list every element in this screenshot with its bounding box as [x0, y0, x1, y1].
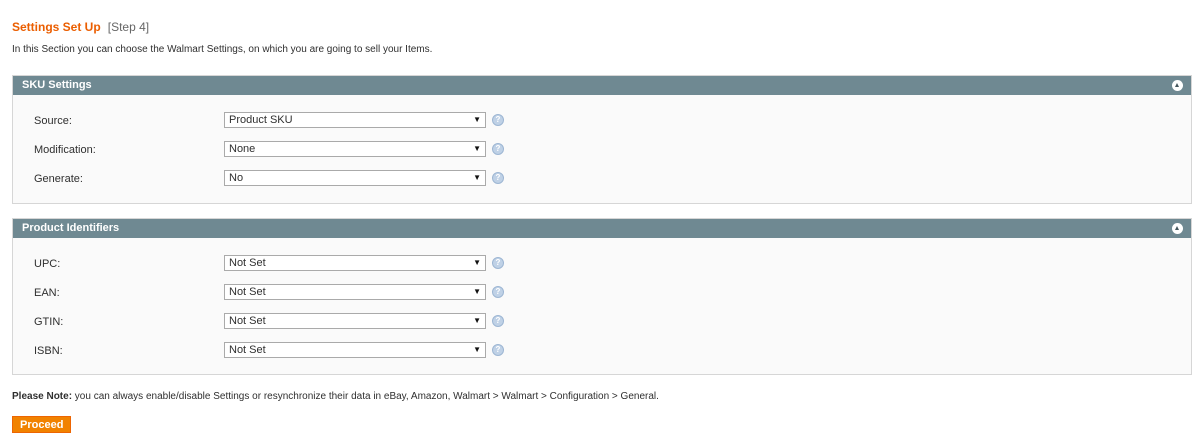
- gtin-label: GTIN:: [34, 316, 64, 328]
- sku-source-select[interactable]: Product SKU ▼: [224, 112, 486, 128]
- chevron-up-circle-icon[interactable]: [1172, 80, 1183, 91]
- ean-select[interactable]: Not Set ▼: [224, 284, 486, 300]
- note-text: you can always enable/disable Settings o…: [72, 391, 659, 402]
- upc-label: UPC:: [34, 258, 61, 270]
- upc-row: UPC: Not Set ▼ ?: [13, 255, 1191, 273]
- sku-generate-select[interactable]: No ▼: [224, 170, 486, 186]
- dropdown-arrow-icon: ▼: [473, 115, 481, 124]
- dropdown-arrow-icon: ▼: [473, 173, 481, 182]
- product-identifiers-title: Product Identifiers: [22, 222, 120, 234]
- help-circle-icon[interactable]: ?: [492, 315, 504, 327]
- chevron-up-circle-icon[interactable]: [1172, 223, 1183, 234]
- dropdown-arrow-icon: ▼: [473, 258, 481, 267]
- product-identifiers-header[interactable]: Product Identifiers: [13, 219, 1191, 238]
- upc-value: Not Set: [229, 257, 266, 269]
- help-circle-icon[interactable]: ?: [492, 143, 504, 155]
- upc-select[interactable]: Not Set ▼: [224, 255, 486, 271]
- ean-value: Not Set: [229, 286, 266, 298]
- sku-settings-header[interactable]: SKU Settings: [13, 76, 1191, 95]
- help-circle-icon[interactable]: ?: [492, 114, 504, 126]
- product-identifiers-section: Product Identifiers UPC: Not Set ▼ ? EAN…: [12, 218, 1192, 375]
- gtin-select[interactable]: Not Set ▼: [224, 313, 486, 329]
- sku-modification-label: Modification:: [34, 144, 96, 156]
- proceed-button[interactable]: Proceed: [12, 416, 72, 433]
- dropdown-arrow-icon: ▼: [473, 345, 481, 354]
- sku-modification-row: Modification: None ▼ ?: [13, 141, 1191, 159]
- step-indicator: [Step 4]: [107, 20, 150, 34]
- sku-settings-section: SKU Settings Source: Product SKU ▼ ? Mod…: [12, 75, 1192, 204]
- ean-row: EAN: Not Set ▼ ?: [13, 284, 1191, 302]
- dropdown-arrow-icon: ▼: [473, 287, 481, 296]
- sku-generate-row: Generate: No ▼ ?: [13, 170, 1191, 188]
- sku-generate-value: No: [229, 172, 244, 184]
- help-circle-icon[interactable]: ?: [492, 172, 504, 184]
- settings-setup-page: Settings Set Up [Step 4] In this Section…: [0, 0, 1193, 433]
- help-circle-icon[interactable]: ?: [492, 344, 504, 356]
- intro-text: In this Section you can choose the Walma…: [12, 44, 433, 55]
- help-circle-icon[interactable]: ?: [492, 257, 504, 269]
- sku-source-row: Source: Product SKU ▼ ?: [13, 112, 1191, 130]
- dropdown-arrow-icon: ▼: [473, 144, 481, 153]
- isbn-row: ISBN: Not Set ▼ ?: [13, 342, 1191, 360]
- page-title: Settings Set Up: [12, 20, 101, 34]
- gtin-row: GTIN: Not Set ▼ ?: [13, 313, 1191, 331]
- page-title-bar: Settings Set Up [Step 4]: [12, 19, 149, 35]
- sku-source-label: Source:: [34, 115, 72, 127]
- sku-modification-select[interactable]: None ▼: [224, 141, 486, 157]
- help-circle-icon[interactable]: ?: [492, 286, 504, 298]
- sku-generate-label: Generate:: [34, 173, 83, 185]
- isbn-select[interactable]: Not Set ▼: [224, 342, 486, 358]
- sku-modification-value: None: [229, 143, 256, 155]
- sku-settings-title: SKU Settings: [22, 79, 92, 91]
- gtin-value: Not Set: [229, 315, 266, 327]
- dropdown-arrow-icon: ▼: [473, 316, 481, 325]
- ean-label: EAN:: [34, 287, 60, 299]
- note-heading: Please Note:: [12, 391, 73, 402]
- isbn-value: Not Set: [229, 344, 266, 356]
- settings-note: Please Note: you can always enable/disab…: [12, 391, 659, 402]
- isbn-label: ISBN:: [34, 345, 63, 357]
- sku-source-value: Product SKU: [229, 114, 293, 126]
